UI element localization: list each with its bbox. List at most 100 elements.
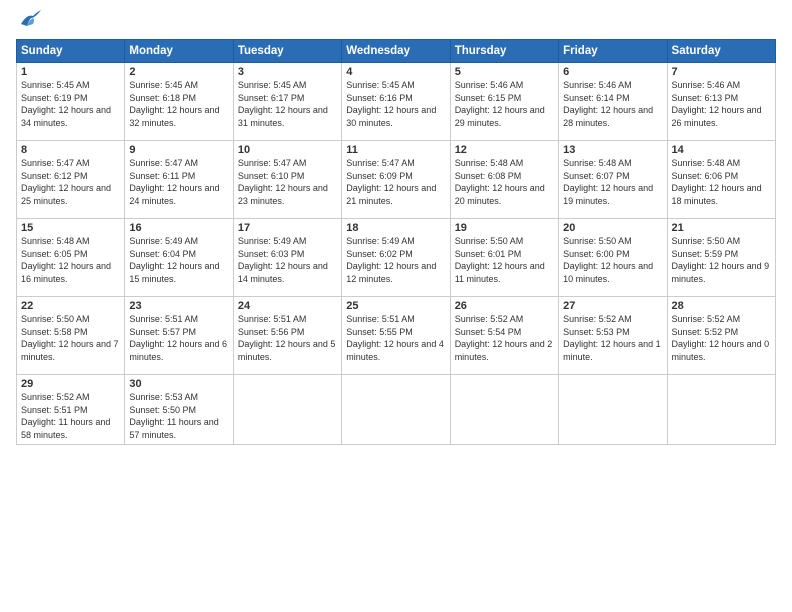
daylight-text: Daylight: 12 hours and 1 minute.: [563, 338, 662, 363]
sunset-text: Sunset: 6:17 PM: [238, 92, 337, 105]
sunset-text: Sunset: 6:02 PM: [346, 248, 445, 261]
day-info: Sunrise: 5:50 AMSunset: 5:59 PMDaylight:…: [672, 235, 771, 285]
sunset-text: Sunset: 6:15 PM: [455, 92, 554, 105]
day-info: Sunrise: 5:47 AMSunset: 6:11 PMDaylight:…: [129, 157, 228, 207]
daylight-text: Daylight: 12 hours and 0 minutes.: [672, 338, 771, 363]
calendar-cell: [559, 375, 667, 445]
sunrise-text: Sunrise: 5:47 AM: [21, 157, 120, 170]
calendar-cell: 21Sunrise: 5:50 AMSunset: 5:59 PMDayligh…: [667, 219, 775, 297]
sunrise-text: Sunrise: 5:51 AM: [346, 313, 445, 326]
sunset-text: Sunset: 5:56 PM: [238, 326, 337, 339]
daylight-text: Daylight: 12 hours and 10 minutes.: [563, 260, 662, 285]
day-info: Sunrise: 5:47 AMSunset: 6:10 PMDaylight:…: [238, 157, 337, 207]
day-number: 19: [455, 222, 554, 234]
daylight-text: Daylight: 12 hours and 18 minutes.: [672, 182, 771, 207]
column-header-sunday: Sunday: [17, 40, 125, 63]
day-info: Sunrise: 5:49 AMSunset: 6:03 PMDaylight:…: [238, 235, 337, 285]
sunrise-text: Sunrise: 5:52 AM: [455, 313, 554, 326]
day-number: 11: [346, 144, 445, 156]
calendar-week-row: 8Sunrise: 5:47 AMSunset: 6:12 PMDaylight…: [17, 141, 776, 219]
sunrise-text: Sunrise: 5:52 AM: [563, 313, 662, 326]
day-number: 2: [129, 66, 228, 78]
sunrise-text: Sunrise: 5:48 AM: [455, 157, 554, 170]
sunset-text: Sunset: 5:58 PM: [21, 326, 120, 339]
day-number: 4: [346, 66, 445, 78]
sunrise-text: Sunrise: 5:53 AM: [129, 391, 228, 404]
calendar-cell: 1Sunrise: 5:45 AMSunset: 6:19 PMDaylight…: [17, 63, 125, 141]
sunset-text: Sunset: 5:57 PM: [129, 326, 228, 339]
column-header-tuesday: Tuesday: [233, 40, 341, 63]
sunrise-text: Sunrise: 5:48 AM: [563, 157, 662, 170]
daylight-text: Daylight: 12 hours and 28 minutes.: [563, 104, 662, 129]
calendar-cell: 27Sunrise: 5:52 AMSunset: 5:53 PMDayligh…: [559, 297, 667, 375]
calendar-cell: 22Sunrise: 5:50 AMSunset: 5:58 PMDayligh…: [17, 297, 125, 375]
calendar-cell: 11Sunrise: 5:47 AMSunset: 6:09 PMDayligh…: [342, 141, 450, 219]
calendar-week-row: 29Sunrise: 5:52 AMSunset: 5:51 PMDayligh…: [17, 375, 776, 445]
calendar-cell: 4Sunrise: 5:45 AMSunset: 6:16 PMDaylight…: [342, 63, 450, 141]
day-number: 25: [346, 300, 445, 312]
day-number: 16: [129, 222, 228, 234]
daylight-text: Daylight: 12 hours and 26 minutes.: [672, 104, 771, 129]
daylight-text: Daylight: 12 hours and 30 minutes.: [346, 104, 445, 129]
day-number: 10: [238, 144, 337, 156]
column-header-friday: Friday: [559, 40, 667, 63]
day-number: 28: [672, 300, 771, 312]
day-info: Sunrise: 5:49 AMSunset: 6:04 PMDaylight:…: [129, 235, 228, 285]
sunset-text: Sunset: 5:50 PM: [129, 404, 228, 417]
sunset-text: Sunset: 6:05 PM: [21, 248, 120, 261]
daylight-text: Daylight: 12 hours and 25 minutes.: [21, 182, 120, 207]
daylight-text: Daylight: 12 hours and 2 minutes.: [455, 338, 554, 363]
day-info: Sunrise: 5:45 AMSunset: 6:18 PMDaylight:…: [129, 79, 228, 129]
sunset-text: Sunset: 6:01 PM: [455, 248, 554, 261]
day-info: Sunrise: 5:51 AMSunset: 5:56 PMDaylight:…: [238, 313, 337, 363]
day-info: Sunrise: 5:48 AMSunset: 6:06 PMDaylight:…: [672, 157, 771, 207]
calendar-cell: 2Sunrise: 5:45 AMSunset: 6:18 PMDaylight…: [125, 63, 233, 141]
daylight-text: Daylight: 12 hours and 21 minutes.: [346, 182, 445, 207]
daylight-text: Daylight: 11 hours and 58 minutes.: [21, 416, 120, 441]
sunset-text: Sunset: 6:04 PM: [129, 248, 228, 261]
sunset-text: Sunset: 6:10 PM: [238, 170, 337, 183]
sunset-text: Sunset: 6:00 PM: [563, 248, 662, 261]
sunrise-text: Sunrise: 5:47 AM: [238, 157, 337, 170]
sunset-text: Sunset: 6:08 PM: [455, 170, 554, 183]
day-info: Sunrise: 5:49 AMSunset: 6:02 PMDaylight:…: [346, 235, 445, 285]
day-info: Sunrise: 5:48 AMSunset: 6:07 PMDaylight:…: [563, 157, 662, 207]
day-number: 26: [455, 300, 554, 312]
calendar-cell: 18Sunrise: 5:49 AMSunset: 6:02 PMDayligh…: [342, 219, 450, 297]
sunset-text: Sunset: 5:51 PM: [21, 404, 120, 417]
sunset-text: Sunset: 5:54 PM: [455, 326, 554, 339]
daylight-text: Daylight: 12 hours and 7 minutes.: [21, 338, 120, 363]
calendar-cell: 17Sunrise: 5:49 AMSunset: 6:03 PMDayligh…: [233, 219, 341, 297]
calendar-cell: 23Sunrise: 5:51 AMSunset: 5:57 PMDayligh…: [125, 297, 233, 375]
sunset-text: Sunset: 6:18 PM: [129, 92, 228, 105]
sunset-text: Sunset: 6:13 PM: [672, 92, 771, 105]
calendar-cell: 28Sunrise: 5:52 AMSunset: 5:52 PMDayligh…: [667, 297, 775, 375]
sunrise-text: Sunrise: 5:50 AM: [672, 235, 771, 248]
daylight-text: Daylight: 12 hours and 15 minutes.: [129, 260, 228, 285]
sunset-text: Sunset: 6:14 PM: [563, 92, 662, 105]
sunrise-text: Sunrise: 5:46 AM: [455, 79, 554, 92]
sunset-text: Sunset: 5:55 PM: [346, 326, 445, 339]
day-number: 9: [129, 144, 228, 156]
day-number: 14: [672, 144, 771, 156]
day-info: Sunrise: 5:45 AMSunset: 6:17 PMDaylight:…: [238, 79, 337, 129]
column-header-wednesday: Wednesday: [342, 40, 450, 63]
calendar-cell: [342, 375, 450, 445]
day-number: 24: [238, 300, 337, 312]
daylight-text: Daylight: 12 hours and 23 minutes.: [238, 182, 337, 207]
daylight-text: Daylight: 12 hours and 24 minutes.: [129, 182, 228, 207]
calendar-cell: 16Sunrise: 5:49 AMSunset: 6:04 PMDayligh…: [125, 219, 233, 297]
sunrise-text: Sunrise: 5:51 AM: [129, 313, 228, 326]
daylight-text: Daylight: 12 hours and 5 minutes.: [238, 338, 337, 363]
sunrise-text: Sunrise: 5:51 AM: [238, 313, 337, 326]
day-info: Sunrise: 5:52 AMSunset: 5:53 PMDaylight:…: [563, 313, 662, 363]
calendar-cell: 8Sunrise: 5:47 AMSunset: 6:12 PMDaylight…: [17, 141, 125, 219]
logo-bird-icon: [19, 10, 41, 33]
day-number: 1: [21, 66, 120, 78]
day-number: 23: [129, 300, 228, 312]
sunrise-text: Sunrise: 5:45 AM: [346, 79, 445, 92]
day-number: 22: [21, 300, 120, 312]
day-number: 5: [455, 66, 554, 78]
daylight-text: Daylight: 11 hours and 57 minutes.: [129, 416, 228, 441]
sunset-text: Sunset: 6:16 PM: [346, 92, 445, 105]
